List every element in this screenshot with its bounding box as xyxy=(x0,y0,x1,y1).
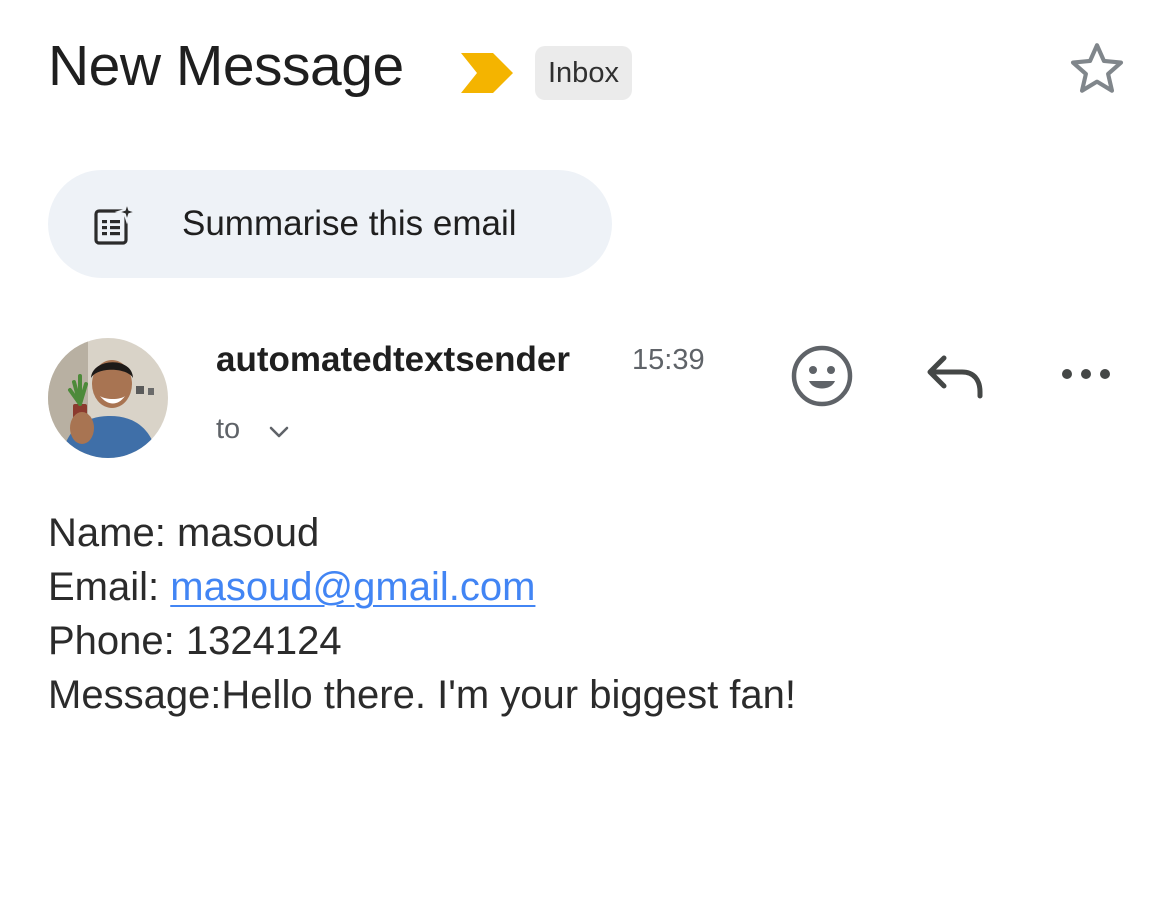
body-line-name: Name: masoud xyxy=(48,506,796,560)
summarise-label: Summarise this email xyxy=(182,204,517,243)
chevron-down-icon xyxy=(269,426,289,438)
name-value: masoud xyxy=(176,511,320,555)
body-line-message: Message:Hello there. I'm your biggest fa… xyxy=(48,668,796,722)
label-chip-inbox[interactable]: Inbox xyxy=(535,46,632,100)
smiley-face-icon[interactable] xyxy=(789,343,855,409)
subject-title: New Message xyxy=(48,34,404,98)
summarise-email-button[interactable]: Summarise this email xyxy=(48,170,612,278)
message-value: Hello there. I'm your biggest fan! xyxy=(221,673,797,717)
phone-value: 1324124 xyxy=(185,619,342,663)
body-line-email: Email: masoud@gmail.com xyxy=(48,560,796,614)
sender-avatar[interactable] xyxy=(48,338,168,458)
email-link[interactable]: masoud@gmail.com xyxy=(170,565,535,609)
summarise-sparkle-icon xyxy=(94,203,136,245)
message-time: 15:39 xyxy=(632,344,705,376)
reply-arrow-icon[interactable] xyxy=(922,346,988,406)
sender-name[interactable]: automatedtextsender xyxy=(216,336,570,384)
name-label: Name: xyxy=(48,511,177,555)
importance-marker-icon[interactable] xyxy=(461,51,515,95)
message-header: New Message Inbox xyxy=(48,30,1128,110)
email-label: Email: xyxy=(48,565,171,609)
phone-label: Phone: xyxy=(48,619,186,663)
sender-avatar-photo xyxy=(48,338,168,458)
body-line-phone: Phone: 1324124 xyxy=(48,614,796,668)
more-horizontal-icon[interactable] xyxy=(1055,352,1117,396)
message-label: Message: xyxy=(48,673,222,717)
to-label: to xyxy=(216,413,241,445)
star-outline-icon[interactable] xyxy=(1066,38,1128,100)
message-body: Name: masoud Email: masoud@gmail.com Pho… xyxy=(48,506,796,722)
